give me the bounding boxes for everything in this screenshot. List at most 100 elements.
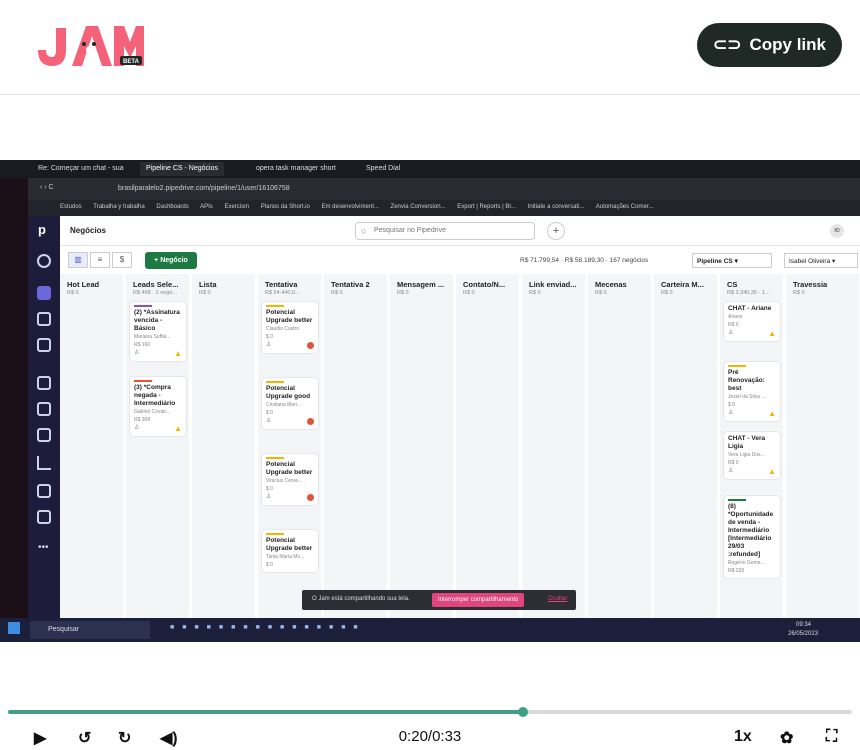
deal-card[interactable]: (8) *Oportunidade de venda - Intermediár… — [724, 496, 780, 578]
deal-title: Potencial Upgrade better — [266, 537, 313, 552]
deal-card[interactable]: (2) *Assinatura vencida - Básico Mariana … — [130, 302, 186, 361]
forward-5-icon[interactable]: ↻ — [118, 728, 131, 748]
progress-knob[interactable] — [517, 707, 528, 717]
deal-owner: Mariana Suffal... — [134, 334, 171, 340]
windows-taskbar: Pesquisar ■■■■■■■■■■■■■■■■ 09:34 26/05/2… — [0, 618, 860, 642]
bookmark[interactable]: Exercism — [224, 204, 249, 210]
video-progress-bar[interactable] — [8, 707, 852, 717]
more-icon[interactable]: ••• — [38, 542, 49, 553]
taskbar-search[interactable]: Pesquisar — [30, 621, 150, 639]
deal-title: CHAT - Ariane — [728, 305, 772, 312]
pipeline-select[interactable]: Pipeline CS ▾ — [692, 253, 772, 268]
nav-arrows-icon[interactable]: ‹ › C — [40, 184, 54, 191]
browser-tab-active[interactable]: Pipeline CS - Negócios — [140, 162, 224, 176]
campaigns-icon[interactable] — [37, 338, 51, 352]
list-view-icon[interactable]: ≡ — [90, 252, 110, 268]
stage-name: Tentativa 2 — [331, 280, 370, 289]
volume-icon[interactable]: ◀) — [160, 728, 178, 748]
deal-card[interactable]: Potencial Upgrade better Claudio Castro $ … — [262, 302, 318, 353]
deal-card[interactable]: Pré Renovação: best Jeziel da Silva ... $ … — [724, 362, 780, 421]
deal-owner: Cristiana Mari... — [266, 402, 302, 408]
fullscreen-icon[interactable]: ⛶ — [826, 728, 837, 746]
person-icon: ♙ — [134, 350, 140, 356]
person-icon: ♙ — [266, 342, 272, 348]
bookmark[interactable]: Zenvia Conversion... — [391, 204, 446, 210]
target-icon[interactable] — [37, 254, 51, 268]
bookmark[interactable]: Estudos — [60, 204, 82, 210]
playback-speed[interactable]: 1x — [734, 728, 752, 746]
deal-owner: Gabriel Covalc... — [134, 409, 171, 415]
person-icon: ♙ — [728, 330, 734, 336]
stage-name: Mensagem ... — [397, 280, 445, 289]
contacts-icon[interactable] — [37, 428, 51, 442]
stage-column: Lista R$ 0 — [192, 274, 256, 618]
insights-icon[interactable] — [37, 456, 51, 470]
video-frame[interactable]: Re: Começar um chat - sua Pipeline CS - … — [0, 160, 860, 642]
windows-start-icon[interactable] — [8, 622, 20, 634]
user-filter[interactable]: Isabel Oliveira ▾ — [784, 253, 858, 268]
browser-tab[interactable]: Speed Dial — [360, 162, 406, 176]
settings-gear-icon[interactable]: ✿ — [780, 728, 793, 748]
avatar[interactable]: IO — [830, 224, 844, 238]
bookmark[interactable]: Dashboards — [156, 204, 188, 210]
stage-name: Link enviad... — [529, 280, 577, 289]
opera-sidebar — [0, 178, 28, 618]
hide-button[interactable]: Ocultar — [548, 596, 567, 602]
deal-card[interactable]: (3) *Compra negada - Intermediário Gabrie… — [130, 377, 186, 436]
deal-card[interactable]: CHAT - Vera Ligia Vera Ligia Dos... R$ 0 ♙ ▲ — [724, 432, 780, 479]
pipeline-summary: R$ 71.799,54 · R$ 58.189,30 · 167 negóci… — [520, 257, 649, 264]
stop-sharing-button[interactable]: Interromper compartilhamento — [432, 593, 525, 607]
pipeline-board: Hot Lead R$ 0 Leads Sele... R$ 468 · 2 neg… — [60, 274, 860, 618]
deal-card[interactable]: Potencial Upgrade better Vinicius Cerva..… — [262, 454, 318, 505]
bookmark[interactable]: Initiate a conversati... — [528, 204, 585, 210]
stage-column: Carteira M... R$ 0 — [654, 274, 718, 618]
marketplace-icon[interactable] — [37, 510, 51, 524]
play-icon[interactable]: ▶ — [34, 728, 46, 748]
deals-icon[interactable] — [37, 286, 51, 300]
deal-value: R$ 308 — [134, 417, 151, 423]
url-text[interactable]: brasilparalelo2.pipedrive.com/pipeline/1… — [118, 185, 290, 192]
deal-owner: Rogério Gome... — [728, 560, 765, 566]
copy-link-button[interactable]: ⊂⊃ Copy link — [697, 23, 842, 67]
deal-card[interactable]: Potencial Upgrade good Cristiana Mari... $… — [262, 378, 318, 429]
bookmark[interactable]: Em desenvolviment... — [322, 204, 379, 210]
bookmark[interactable]: Planos da Short.io — [261, 204, 310, 210]
deal-card[interactable]: Potencial Upgrade better Tania Maria Mo..… — [262, 530, 318, 572]
taskbar-apps-icon[interactable]: ■■■■■■■■■■■■■■■■ — [170, 624, 366, 631]
quick-add-button[interactable]: + — [547, 222, 565, 240]
activities-icon[interactable] — [37, 312, 51, 326]
video-time: 0:20/0:33 — [398, 728, 462, 745]
stage-sum: R$ 0 — [67, 290, 79, 296]
forecast-view-icon[interactable]: $ — [112, 252, 132, 268]
address-bar[interactable]: ‹ › C brasilparalelo2.pipedrive.com/pipe… — [0, 178, 860, 200]
deal-title: Potencial Upgrade better — [266, 461, 313, 476]
mail-icon[interactable] — [37, 376, 51, 390]
bookmark[interactable]: Automações Comer... — [596, 204, 654, 210]
stage-column: Leads Sele... R$ 468 · 2 negó... (2) *Ass… — [126, 274, 190, 618]
browser-tab[interactable]: Re: Começar um chat - sua — [32, 162, 130, 176]
deal-card[interactable]: CHAT - Ariane Ariane R$ 0 ♙ ▲ — [724, 302, 780, 341]
pipedrive-logo[interactable]: p — [38, 222, 46, 237]
stage-name: Mecenas — [595, 280, 627, 289]
deal-title: Potencial Upgrade better — [266, 309, 313, 324]
bookmark[interactable]: Trabalha y trabalha — [93, 204, 144, 210]
logo-badge: BETA — [123, 59, 140, 65]
pipeline-view-icon[interactable]: ▥ — [68, 252, 88, 268]
stage-sum: R$ 0 — [595, 290, 607, 296]
calendar-icon[interactable] — [37, 402, 51, 416]
add-deal-button[interactable]: + Negócio — [145, 252, 197, 269]
deal-value: $ 0 — [266, 410, 273, 416]
browser-tab[interactable]: opera task manager short — [250, 162, 342, 176]
deal-value: $ 0 — [728, 402, 735, 408]
jam-logo[interactable]: BETA — [34, 20, 144, 70]
rewind-5-icon[interactable]: ↺ — [78, 728, 91, 748]
taskbar-date: 26/05/2023 — [788, 631, 819, 637]
browser-tab-bar: Re: Começar um chat - sua Pipeline CS - … — [0, 160, 860, 178]
products-icon[interactable] — [37, 484, 51, 498]
pipedrive-app: Negócios ○ Pesquisar no Pipedrive + IO ▥… — [60, 216, 860, 618]
search-input[interactable]: ○ Pesquisar no Pipedrive — [355, 222, 535, 240]
bookmark[interactable]: APIs — [200, 204, 213, 210]
warning-icon: ▲ — [174, 349, 182, 358]
bookmark[interactable]: Export | Reports | Br... — [457, 204, 516, 210]
deal-owner: Vinicius Cerva... — [266, 478, 303, 484]
